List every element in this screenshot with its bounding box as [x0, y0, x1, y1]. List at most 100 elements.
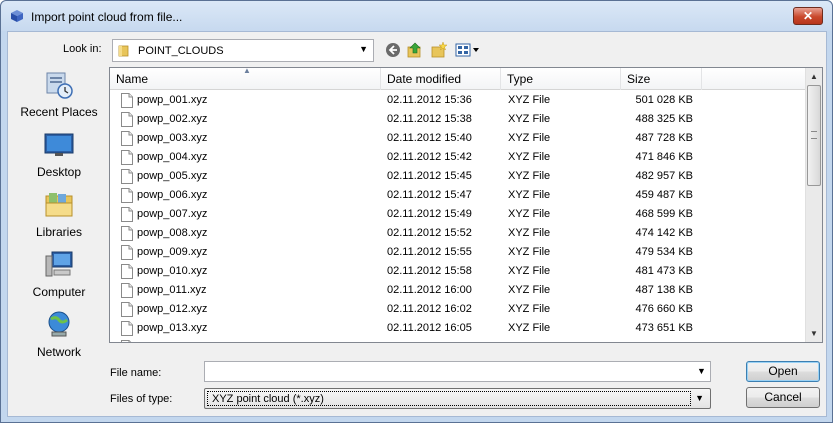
column-header-row: Name ▲ Date modified Type Size	[110, 68, 806, 90]
look-in-dropdown[interactable]: POINT_CLOUDS ▼	[112, 39, 374, 62]
file-name: powp_007.xyz	[137, 208, 208, 220]
file-size: 468 599 KB	[635, 208, 694, 220]
desktop-icon	[44, 133, 74, 156]
file-date: 02.11.2012 15:40	[387, 132, 472, 144]
file-date: 02.11.2012 16:08	[387, 341, 472, 342]
file-date: 02.11.2012 15:45	[387, 170, 472, 182]
place-label: Network	[36, 345, 81, 359]
file-row[interactable]: powp_001.xyz 02.11.2012 15:36 XYZ File 501 …	[110, 91, 806, 110]
file-type: XYZ File	[508, 94, 551, 106]
file-date: 02.11.2012 16:02	[387, 303, 472, 315]
column-header-type[interactable]: Type	[501, 68, 621, 90]
file-date: 02.11.2012 16:05	[387, 322, 472, 334]
file-icon	[121, 131, 133, 146]
file-size: 471 846 KB	[635, 151, 694, 163]
file-name: powp_010.xyz	[137, 265, 208, 277]
file-row[interactable]: powp_002.xyz 02.11.2012 15:38 XYZ File 488 …	[110, 110, 806, 129]
file-row[interactable]: powp_011.xyz 02.11.2012 16:00 XYZ File 487 …	[110, 281, 806, 300]
column-header-size[interactable]: Size	[621, 68, 702, 90]
file-date: 02.11.2012 15:36	[387, 94, 472, 106]
file-row[interactable]: powp_004.xyz 02.11.2012 15:42 XYZ File 471 …	[110, 148, 806, 167]
file-type: XYZ File	[508, 246, 551, 258]
cancel-button[interactable]: Cancel	[746, 387, 820, 408]
file-row[interactable]: powp_013.xyz 02.11.2012 16:05 XYZ File 473 …	[110, 319, 806, 338]
file-type: XYZ File	[508, 113, 551, 125]
file-rows: powp_001.xyz 02.11.2012 15:36 XYZ File 501 …	[110, 91, 806, 342]
file-size: 487 728 KB	[635, 132, 694, 144]
column-header-date[interactable]: Date modified	[381, 68, 501, 90]
file-row[interactable]: powp_006.xyz 02.11.2012 15:47 XYZ File 459 …	[110, 186, 806, 205]
new-folder-icon[interactable]	[430, 41, 448, 59]
file-row[interactable]: powp_007.xyz 02.11.2012 15:49 XYZ File 468 …	[110, 205, 806, 224]
file-date: 02.11.2012 15:42	[387, 151, 472, 163]
title-bar[interactable]: Import point cloud from file... ✕	[1, 1, 832, 31]
scroll-up-arrow[interactable]: ▲	[806, 68, 822, 85]
files-of-type-dropdown[interactable]: XYZ point cloud (*.xyz) ▼	[204, 388, 711, 409]
file-name: powp_002.xyz	[137, 113, 208, 125]
file-name: powp_009.xyz	[137, 246, 208, 258]
file-name: powp_006.xyz	[137, 189, 208, 201]
file-icon	[121, 112, 133, 127]
chevron-down-icon[interactable]: ▼	[697, 366, 706, 376]
file-row[interactable]: powp_012.xyz 02.11.2012 16:02 XYZ File 476 …	[110, 300, 806, 319]
view-menu-icon[interactable]	[454, 41, 480, 59]
libraries-icon	[45, 193, 73, 217]
file-size: 488 325 KB	[635, 113, 694, 125]
file-row[interactable]: powp_005.xyz 02.11.2012 15:45 XYZ File 482 …	[110, 167, 806, 186]
back-icon[interactable]	[384, 41, 402, 59]
app-cube-icon	[11, 10, 23, 22]
vertical-scrollbar[interactable]: ▲ ▼	[805, 68, 822, 342]
file-icon	[121, 321, 133, 336]
file-row[interactable]: powp_009.xyz 02.11.2012 15:55 XYZ File 479 …	[110, 243, 806, 262]
file-name: powp_004.xyz	[137, 151, 208, 163]
place-desktop[interactable]: Desktop	[13, 128, 105, 186]
file-date: 02.11.2012 16:00	[387, 284, 472, 296]
file-date: 02.11.2012 15:52	[387, 227, 472, 239]
place-libraries[interactable]: Libraries	[13, 188, 105, 246]
file-size: 479 742 KB	[636, 341, 694, 342]
file-icon	[121, 283, 133, 298]
dialog-client: Look in: POINT_CLOUDS ▼ Recent Places De…	[7, 31, 827, 417]
file-icon	[121, 226, 133, 241]
file-name: powp_005.xyz	[137, 170, 208, 182]
column-header-name[interactable]: Name ▲	[110, 68, 381, 90]
file-type: XYZ File	[508, 227, 551, 239]
file-name: powp_001.xyz	[137, 94, 208, 106]
place-recent-places[interactable]: Recent Places	[13, 68, 105, 126]
focus-rect: XYZ point cloud (*.xyz)	[207, 391, 691, 406]
file-icon	[121, 207, 133, 222]
up-folder-icon[interactable]	[406, 41, 424, 59]
file-name: powp_011.xyz	[137, 284, 207, 296]
place-computer[interactable]: Computer	[13, 248, 105, 306]
window-title: Import point cloud from file...	[31, 10, 183, 24]
file-size: 479 534 KB	[635, 246, 694, 258]
file-name-input[interactable]	[204, 361, 711, 382]
file-icon	[121, 340, 132, 342]
file-type: XYZ File	[508, 132, 551, 144]
file-date: 02.11.2012 15:38	[387, 113, 472, 125]
file-name-label: File name:	[110, 367, 162, 379]
sort-ascending-icon: ▲	[243, 67, 251, 75]
file-name: powp_003.xyz	[137, 132, 208, 144]
open-button[interactable]: Open	[746, 361, 820, 382]
file-row[interactable]: powp_014.xyz 02.11.2012 16:08 XYZ File 479 …	[110, 338, 806, 342]
file-size: 501 028 KB	[635, 94, 694, 106]
close-button[interactable]: ✕	[793, 7, 823, 25]
scroll-down-arrow[interactable]: ▼	[806, 325, 822, 342]
file-row[interactable]: powp_010.xyz 02.11.2012 15:58 XYZ File 481 …	[110, 262, 806, 281]
scroll-thumb[interactable]	[807, 85, 821, 186]
file-list[interactable]: Name ▲ Date modified Type Size powp_001.…	[109, 67, 823, 343]
file-type: XYZ File	[508, 265, 551, 277]
file-name: powp_008.xyz	[137, 227, 208, 239]
file-row[interactable]: powp_008.xyz 02.11.2012 15:52 XYZ File 474 …	[110, 224, 806, 243]
place-network[interactable]: Network	[13, 308, 105, 366]
place-label: Desktop	[36, 165, 82, 179]
file-size: 481 473 KB	[635, 265, 694, 277]
recent-places-icon	[46, 72, 73, 99]
place-label: Computer	[32, 285, 86, 299]
file-icon	[121, 302, 133, 317]
file-type: XYZ File	[508, 208, 551, 220]
place-label: Libraries	[35, 225, 83, 239]
file-date: 02.11.2012 15:49	[387, 208, 472, 220]
file-row[interactable]: powp_003.xyz 02.11.2012 15:40 XYZ File 487 …	[110, 129, 806, 148]
